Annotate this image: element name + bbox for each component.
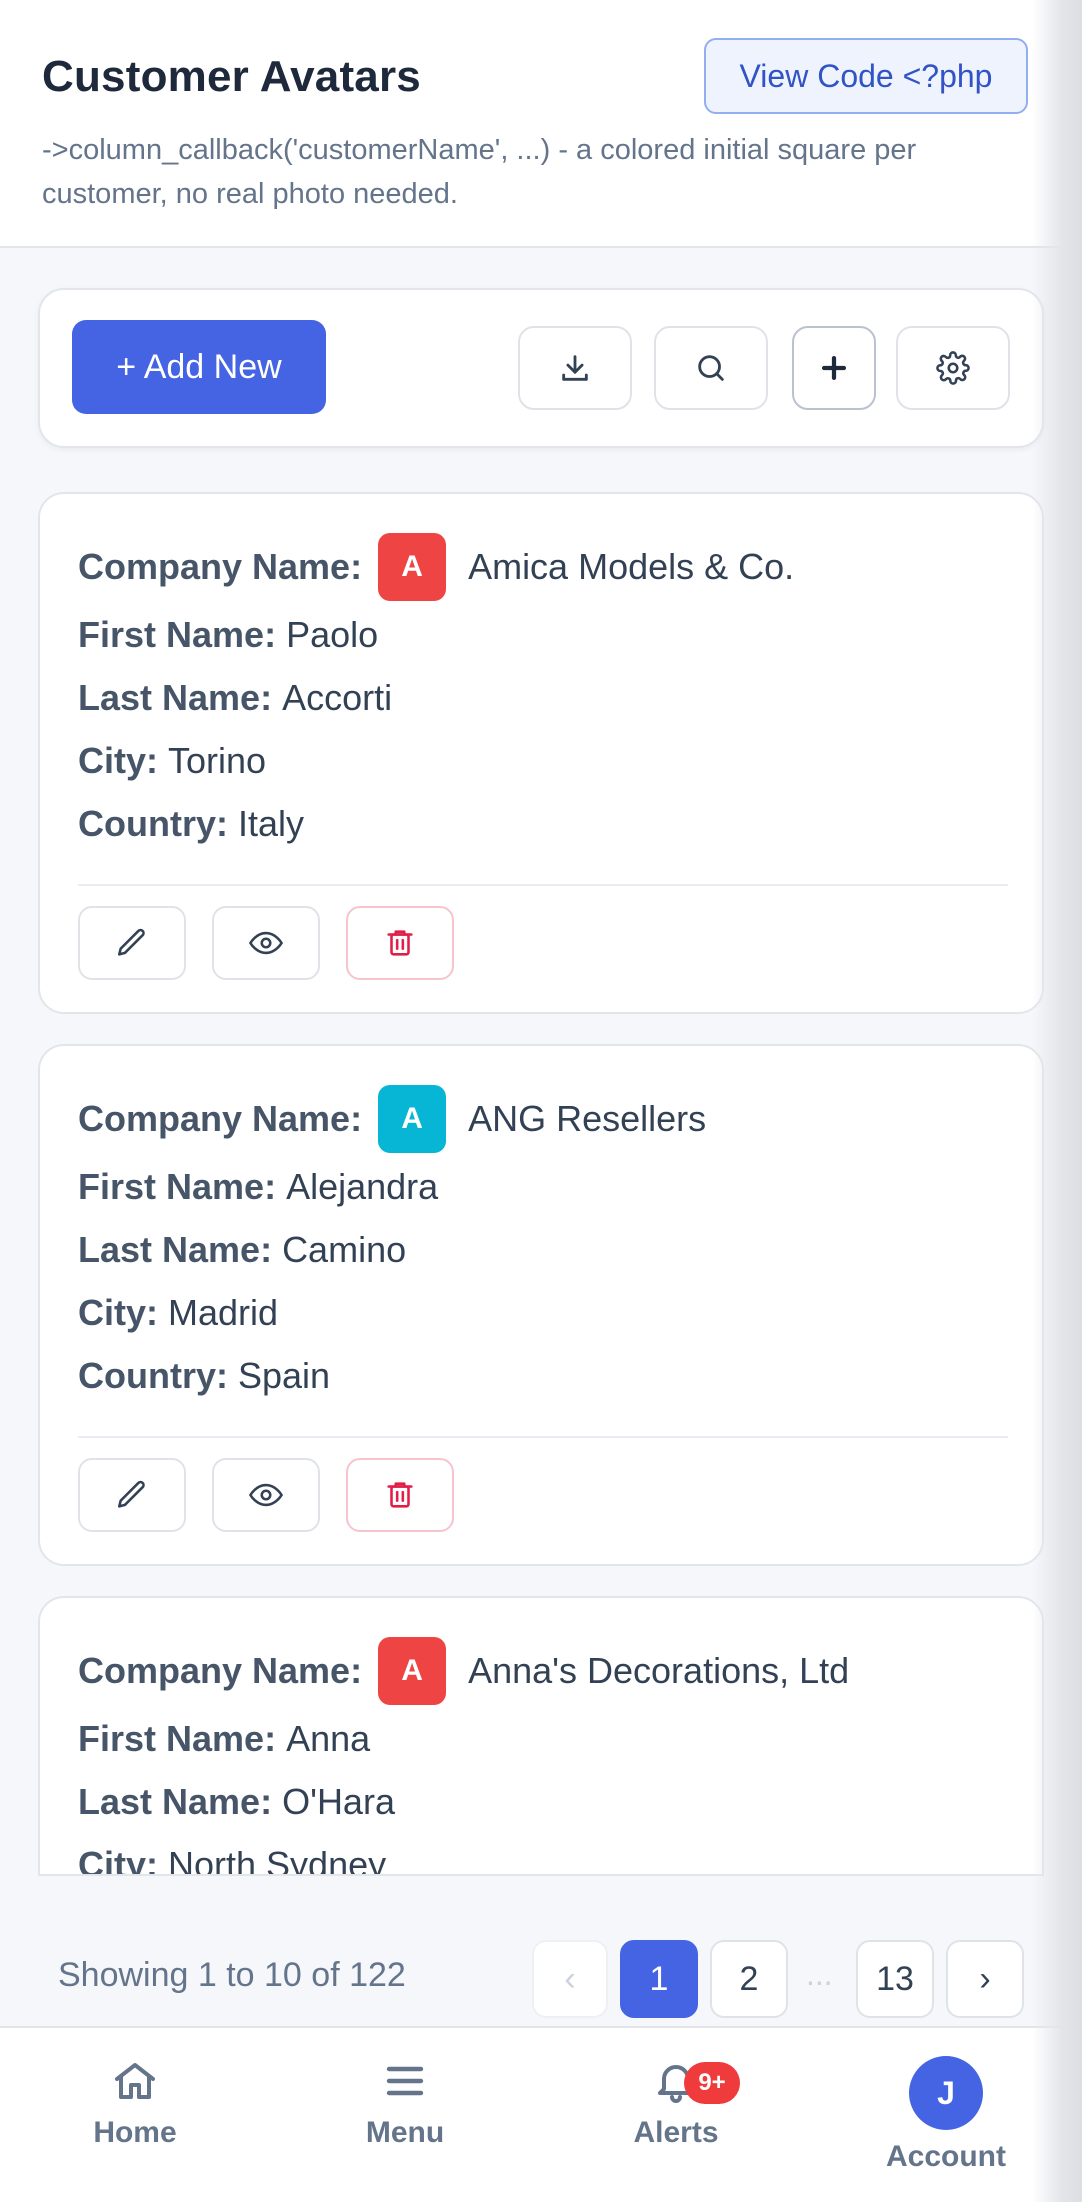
customer-avatar: A xyxy=(378,533,447,601)
company-value: Anna's Decorations, Ltd xyxy=(468,1650,850,1691)
customer-card: Company Name: A ANG Resellers First Name… xyxy=(38,1044,1044,1566)
trash-icon xyxy=(387,930,413,956)
page-ellipsis: ... xyxy=(806,1956,833,1992)
add-new-button[interactable]: + Add New xyxy=(72,320,326,414)
view-code-button[interactable]: View Code <?php xyxy=(704,38,1028,114)
trash-icon xyxy=(387,1482,413,1508)
delete-button[interactable] xyxy=(346,906,454,980)
edit-button[interactable] xyxy=(78,906,186,980)
page-header: Customer Avatars View Code <?php ->colum… xyxy=(0,0,1082,248)
page-subtitle: ->column_callback('customerName', ...) -… xyxy=(42,134,917,210)
gear-icon xyxy=(936,351,970,385)
first-name-field: First Name: Paolo xyxy=(78,614,379,655)
customer-card: Company Name: A Amica Models & Co. First… xyxy=(38,492,1044,1014)
delete-button[interactable] xyxy=(346,1458,454,1532)
page-title: Customer Avatars xyxy=(42,52,421,101)
last-name-field: Last Name: Camino xyxy=(78,1229,407,1270)
page-button-2[interactable]: 2 xyxy=(710,1940,788,2018)
company-label: Company Name: xyxy=(78,546,363,587)
card-divider xyxy=(78,1436,1008,1438)
page: Customer Avatars View Code <?php ->colum… xyxy=(0,0,1082,2202)
showing-count: Showing 1 to 10 of 122 xyxy=(58,1956,406,1994)
nav-menu[interactable]: Menu xyxy=(295,2028,515,2202)
company-field: Company Name: A ANG Resellers xyxy=(78,1084,706,1154)
first-name-field: First Name: Alejandra xyxy=(78,1166,439,1207)
toolbar: + Add New xyxy=(38,288,1044,448)
menu-icon xyxy=(386,2066,424,2096)
pencil-icon xyxy=(117,1480,145,1508)
company-label: Company Name: xyxy=(78,1098,363,1139)
plus-icon xyxy=(821,355,847,381)
customer-avatar: A xyxy=(378,1637,447,1705)
download-icon xyxy=(562,355,588,381)
company-field: Company Name: A Amica Models & Co. xyxy=(78,532,794,602)
company-field: Company Name: A Anna's Decorations, Ltd xyxy=(78,1636,849,1706)
card-divider xyxy=(78,884,1008,886)
company-value: Amica Models & Co. xyxy=(468,546,795,587)
search-button[interactable] xyxy=(654,326,768,410)
eye-icon xyxy=(249,1483,283,1507)
city-field: City: Torino xyxy=(78,740,267,781)
edit-button[interactable] xyxy=(78,1458,186,1532)
page-button-last[interactable]: 13 xyxy=(856,1940,934,2018)
country-field: Country: Spain xyxy=(78,1355,331,1396)
next-page-button[interactable]: › xyxy=(946,1940,1024,2018)
account-avatar: J xyxy=(909,2056,983,2130)
page-button-1[interactable]: 1 xyxy=(620,1940,698,2018)
pencil-icon xyxy=(117,928,145,956)
search-icon xyxy=(698,355,724,381)
customer-avatar: A xyxy=(378,1085,447,1153)
home-icon xyxy=(115,2063,155,2099)
settings-button[interactable] xyxy=(896,326,1010,410)
alerts-badge: 9+ xyxy=(684,2062,740,2104)
view-button[interactable] xyxy=(212,906,320,980)
view-button[interactable] xyxy=(212,1458,320,1532)
company-label: Company Name: xyxy=(78,1650,363,1691)
nav-account[interactable]: J Account xyxy=(836,2028,1056,2202)
company-value: ANG Resellers xyxy=(468,1098,707,1139)
nav-alerts-label: Alerts xyxy=(633,2116,719,2149)
city-field: City: Madrid xyxy=(78,1292,279,1333)
nav-home[interactable]: Home xyxy=(25,2028,245,2202)
nav-home-label: Home xyxy=(93,2116,177,2149)
last-name-field: Last Name: Accorti xyxy=(78,677,393,718)
nav-menu-label: Menu xyxy=(365,2116,445,2149)
nav-alerts[interactable]: 9+ Alerts xyxy=(566,2028,786,2202)
bottom-nav: Home Menu 9+ Alerts J Account xyxy=(0,2026,1082,2202)
country-field: Country: Italy xyxy=(78,803,305,844)
last-name-field: Last Name: O'Hara xyxy=(78,1781,395,1822)
prev-page-button[interactable]: ‹ xyxy=(532,1940,608,2018)
nav-account-label: Account xyxy=(886,2140,1006,2173)
export-button[interactable] xyxy=(518,326,632,410)
eye-icon xyxy=(249,931,283,955)
expand-button[interactable] xyxy=(792,326,876,410)
first-name-field: First Name: Anna xyxy=(78,1718,371,1759)
